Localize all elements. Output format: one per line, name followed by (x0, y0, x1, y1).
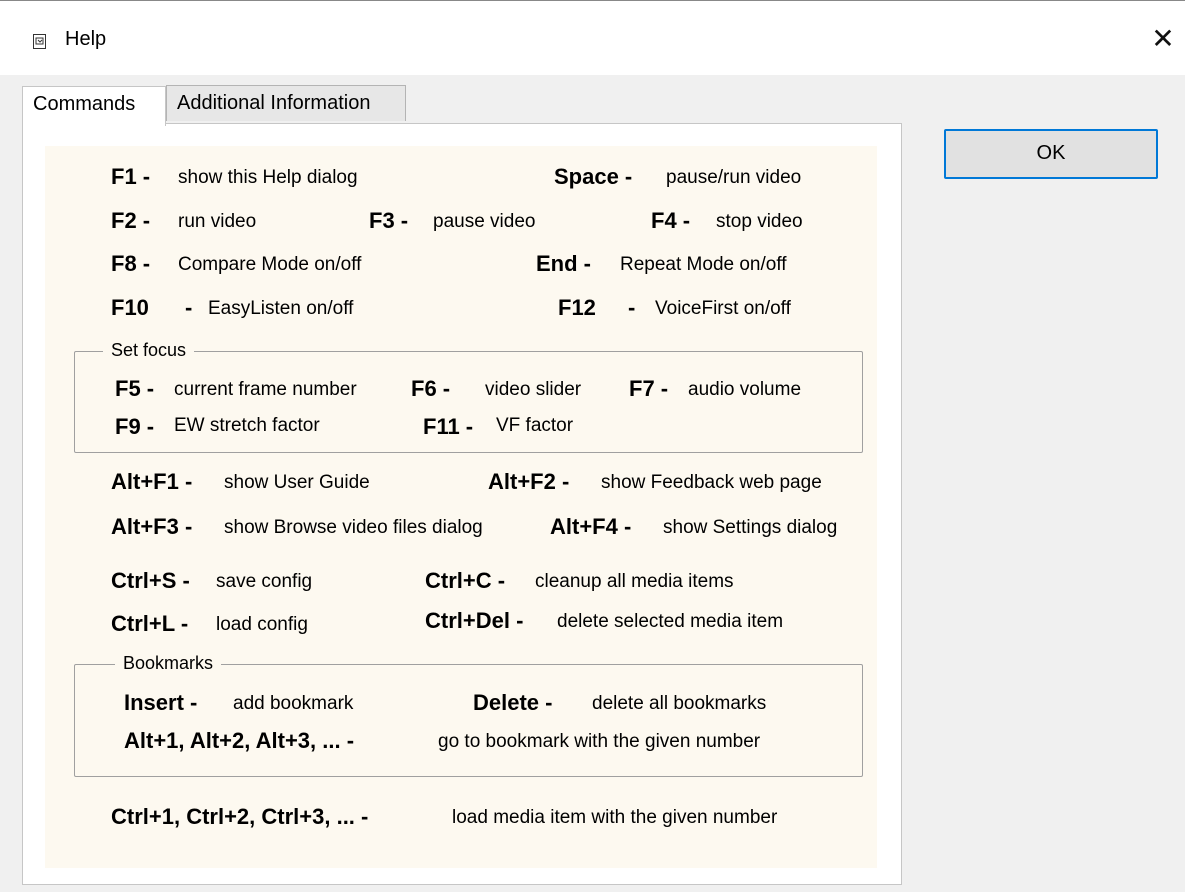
key-f7: F7 - (629, 376, 669, 401)
desc-alt-f4: show Settings dialog (663, 517, 838, 538)
tab-commands[interactable]: Commands (22, 86, 166, 126)
desc-f4: stop video (716, 211, 803, 232)
key-ctrl-del: Ctrl+Del - (425, 608, 524, 633)
desc-ctrl-del: delete selected media item (557, 611, 784, 632)
desc-ctrl-numbers: load media item with the given number (452, 807, 778, 828)
key-f4: F4 - (651, 208, 691, 233)
desc-f12: VoiceFirst on/off (655, 298, 791, 319)
desc-f8: Compare Mode on/off (178, 254, 362, 275)
key-ctrl-s: Ctrl+S - (111, 568, 190, 593)
desc-f7: audio volume (688, 379, 802, 400)
ok-button[interactable]: OK (944, 129, 1158, 179)
desc-alt-numbers: go to bookmark with the given number (438, 731, 761, 752)
key-f8: F8 - (111, 251, 151, 276)
key-f6: F6 - (411, 376, 451, 401)
key-space: Space - (554, 164, 633, 189)
key-f9: F9 - (115, 414, 155, 439)
key-f11: F11 - (423, 414, 474, 439)
title-bar: Help ✕ (0, 1, 1185, 75)
desc-f6: video slider (485, 379, 582, 400)
key-ctrl-l: Ctrl+L - (111, 611, 189, 636)
close-icon[interactable]: ✕ (1141, 19, 1185, 63)
commands-content: F1 - show this Help dialog Space - pause… (45, 146, 877, 868)
desc-insert: add bookmark (233, 693, 354, 714)
key-f2: F2 - (111, 208, 151, 233)
desc-f2: run video (178, 211, 257, 232)
key-f1: F1 - (111, 164, 151, 189)
desc-f11: VF factor (496, 415, 574, 436)
bookmarks-group (74, 664, 863, 777)
key-f5: F5 - (115, 376, 155, 401)
set-focus-legend: Set focus (103, 340, 195, 361)
key-f10-dash: - (185, 295, 193, 320)
desc-ctrl-c: cleanup all media items (535, 571, 734, 592)
key-f12-dash: - (628, 295, 636, 320)
key-alt-f1: Alt+F1 - (111, 469, 193, 494)
key-end: End - (536, 251, 591, 276)
dialog-icon (33, 34, 46, 49)
key-delete: Delete - (473, 690, 553, 715)
key-ctrl-numbers: Ctrl+1, Ctrl+2, Ctrl+3, ... - (111, 804, 369, 829)
desc-ctrl-l: load config (216, 614, 308, 635)
key-alt-numbers: Alt+1, Alt+2, Alt+3, ... - (124, 728, 355, 753)
desc-ctrl-s: save config (216, 571, 313, 592)
key-f3: F3 - (369, 208, 409, 233)
desc-f3: pause video (433, 211, 536, 232)
key-alt-f2: Alt+F2 - (488, 469, 570, 494)
window-title: Help (65, 28, 107, 50)
key-alt-f3: Alt+F3 - (111, 514, 193, 539)
key-f12: F12 (558, 295, 596, 320)
desc-f9: EW stretch factor (174, 415, 320, 436)
desc-space: pause/run video (666, 167, 802, 188)
key-insert: Insert - (124, 690, 198, 715)
help-dialog: Help ✕ Commands Additional Information O… (0, 0, 1185, 892)
commands-panel: F1 - show this Help dialog Space - pause… (22, 123, 902, 885)
desc-f10: EasyListen on/off (208, 298, 354, 319)
desc-end: Repeat Mode on/off (620, 254, 787, 275)
bookmarks-legend: Bookmarks (115, 653, 222, 674)
tab-additional-information[interactable]: Additional Information (166, 85, 406, 121)
desc-alt-f3: show Browse video files dialog (224, 517, 483, 538)
desc-f5: current frame number (174, 379, 357, 400)
desc-alt-f2: show Feedback web page (601, 472, 822, 493)
key-ctrl-c: Ctrl+C - (425, 568, 506, 593)
desc-f1: show this Help dialog (178, 167, 358, 188)
key-f10: F10 (111, 295, 149, 320)
desc-delete: delete all bookmarks (592, 693, 767, 714)
key-alt-f4: Alt+F4 - (550, 514, 632, 539)
desc-alt-f1: show User Guide (224, 472, 370, 493)
